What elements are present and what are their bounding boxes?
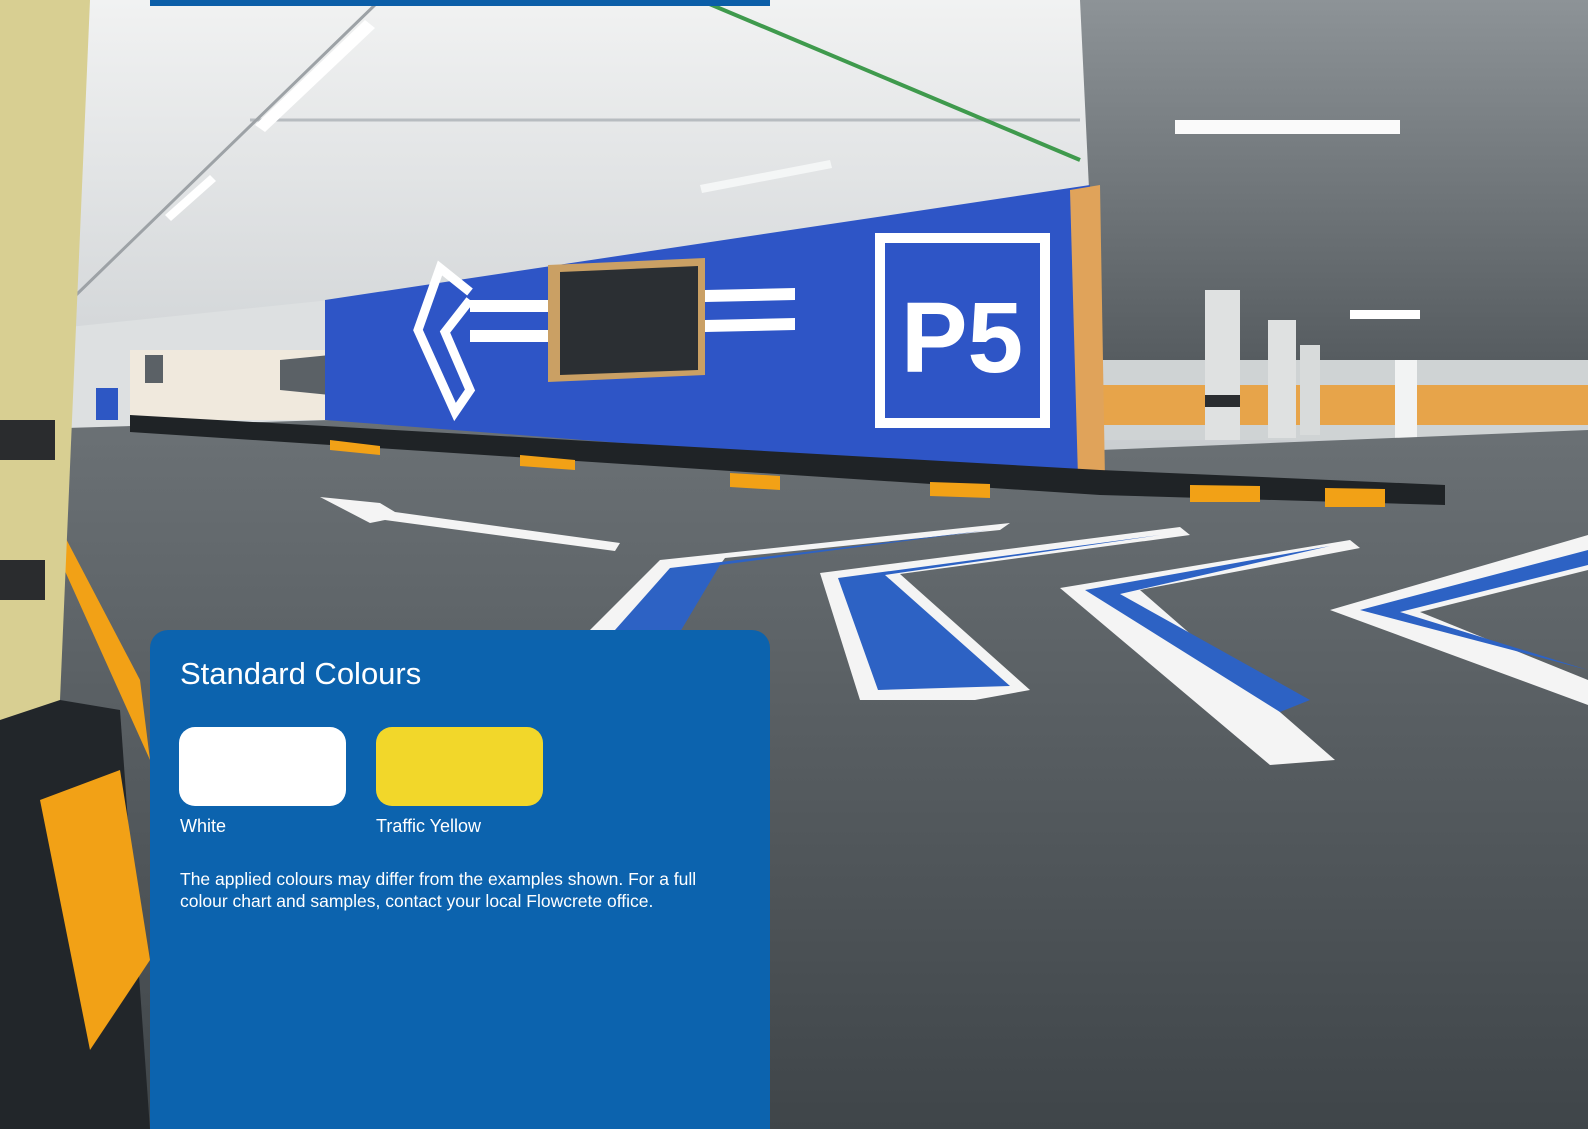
swatch-label-white: White (180, 816, 227, 836)
colour-disclaimer: The applied colours may differ from the … (180, 869, 697, 911)
top-accent-bar (150, 0, 770, 6)
standard-colours-panel: Standard Colours White Traffic Yellow Th… (150, 630, 770, 1129)
swatch-white (179, 727, 346, 806)
p5-sign: P5 (901, 282, 1023, 394)
panel-title: Standard Colours (180, 656, 422, 691)
swatch-traffic-yellow (376, 727, 543, 806)
swatch-label-traffic-yellow: Traffic Yellow (376, 816, 482, 836)
